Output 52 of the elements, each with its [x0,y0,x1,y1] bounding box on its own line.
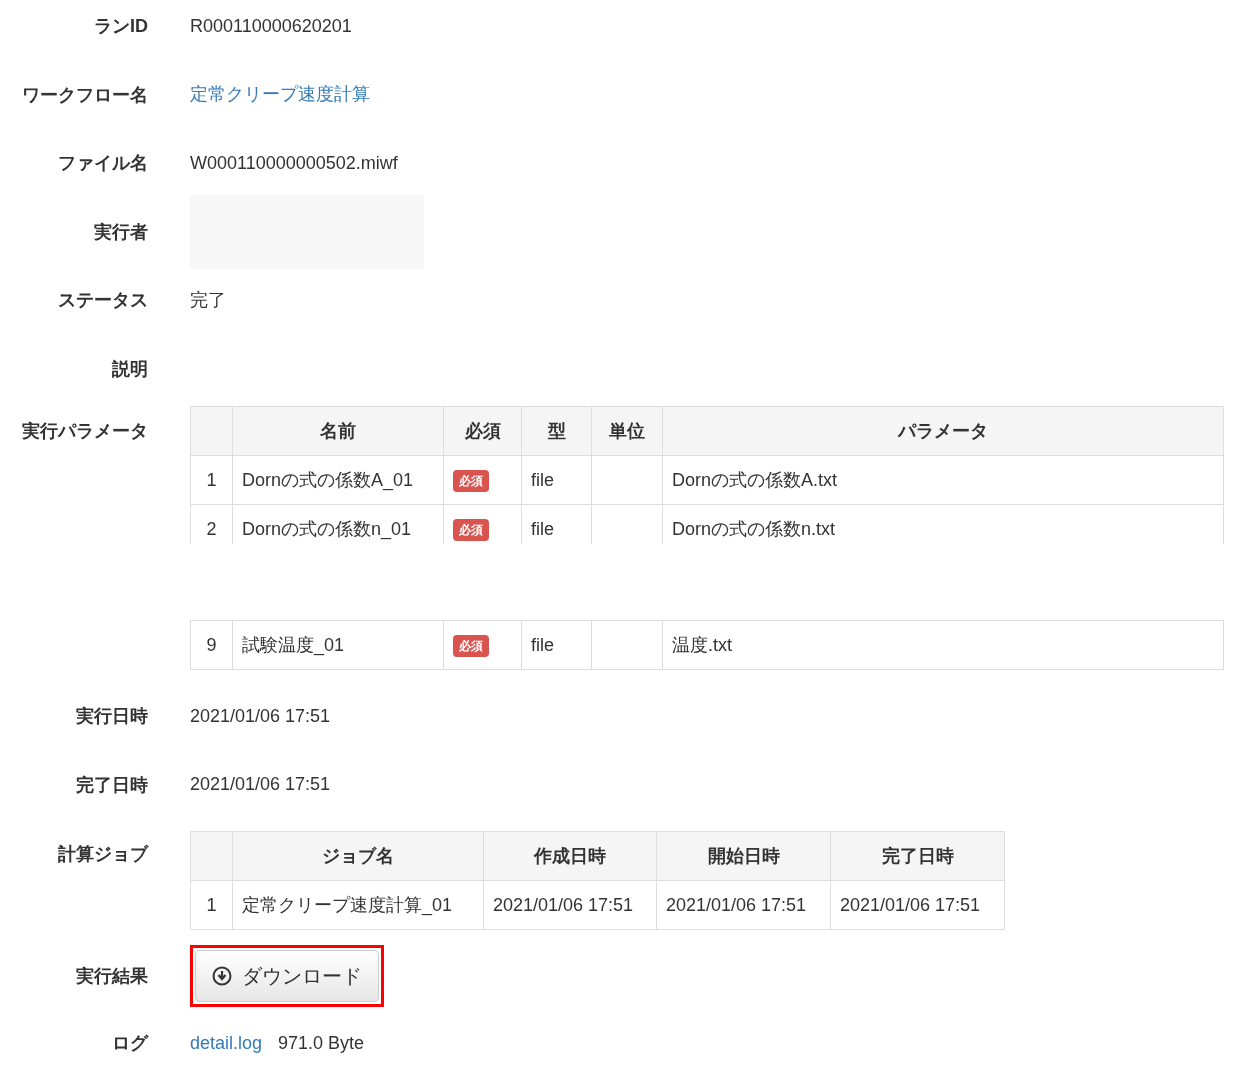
field-label: ファイル名 [57,152,148,176]
field-label: 実行日時 [75,705,148,729]
table-cell: file [521,455,592,505]
table-cell: 2021/01/06 17:51 [656,880,831,930]
column-header: 作成日時 [483,831,657,881]
field-label: ステータス [57,289,148,313]
table-cell [591,620,663,670]
workflow-link[interactable]: 定常クリープ速度計算 [190,81,370,109]
field-label: 説明 [111,357,148,381]
table-cell: 9 [190,620,233,670]
table-cell: 試験温度_01 [232,620,444,670]
column-header: 必須 [443,406,522,456]
table-cell: Dornの式の係数A.txt [662,455,1224,505]
field-label: ランID [93,15,148,39]
field-value: 2021/01/06 17:51 [190,773,331,797]
table-cell: 2021/01/06 17:51 [830,880,1005,930]
table-cell: 2 [190,504,233,544]
required-badge: 必須 [453,470,489,492]
table-cell: Dornの式の係数A_01 [232,455,444,505]
column-header [190,406,233,456]
field-label: 実行者 [93,220,148,244]
field-value: R000110000620201 [190,14,352,38]
table-cell: 温度.txt [662,620,1224,670]
field-label: ワークフロー名 [21,83,148,107]
required-badge: 必須 [453,519,489,541]
log-file-link[interactable]: detail.log [190,1029,263,1057]
table-cell: 2021/01/06 17:51 [483,880,657,930]
field-label: 計算ジョブ [57,843,148,866]
column-header: 名前 [232,406,444,456]
table-cell: file [521,620,592,670]
column-header: パラメータ [662,406,1224,456]
column-header: ジョブ名 [232,831,484,881]
table-cell: 定常クリープ速度計算_01 [232,880,484,930]
required-badge: 必須 [453,635,489,657]
download-button[interactable]: ダウンロード [195,950,379,1002]
column-header: 型 [521,406,592,456]
field-label: 実行パラメータ [21,420,148,443]
field-value: 2021/01/06 17:51 [190,704,331,728]
file-size: 971.0 Byte [278,1031,365,1055]
table-cell: 1 [190,455,233,505]
field-label: 完了日時 [75,773,148,797]
column-header: 単位 [591,406,663,456]
column-header: 開始日時 [656,831,831,881]
field-label: ログ [111,1032,148,1055]
field-label: 実行結果 [75,965,148,988]
field-value: 完了 [190,288,226,312]
table-cell [591,455,663,505]
column-header [190,831,233,881]
field-value: W000110000000502.miwf [190,151,398,175]
table-cell: 1 [190,880,233,930]
download-icon [212,966,232,986]
column-header: 完了日時 [830,831,1005,881]
